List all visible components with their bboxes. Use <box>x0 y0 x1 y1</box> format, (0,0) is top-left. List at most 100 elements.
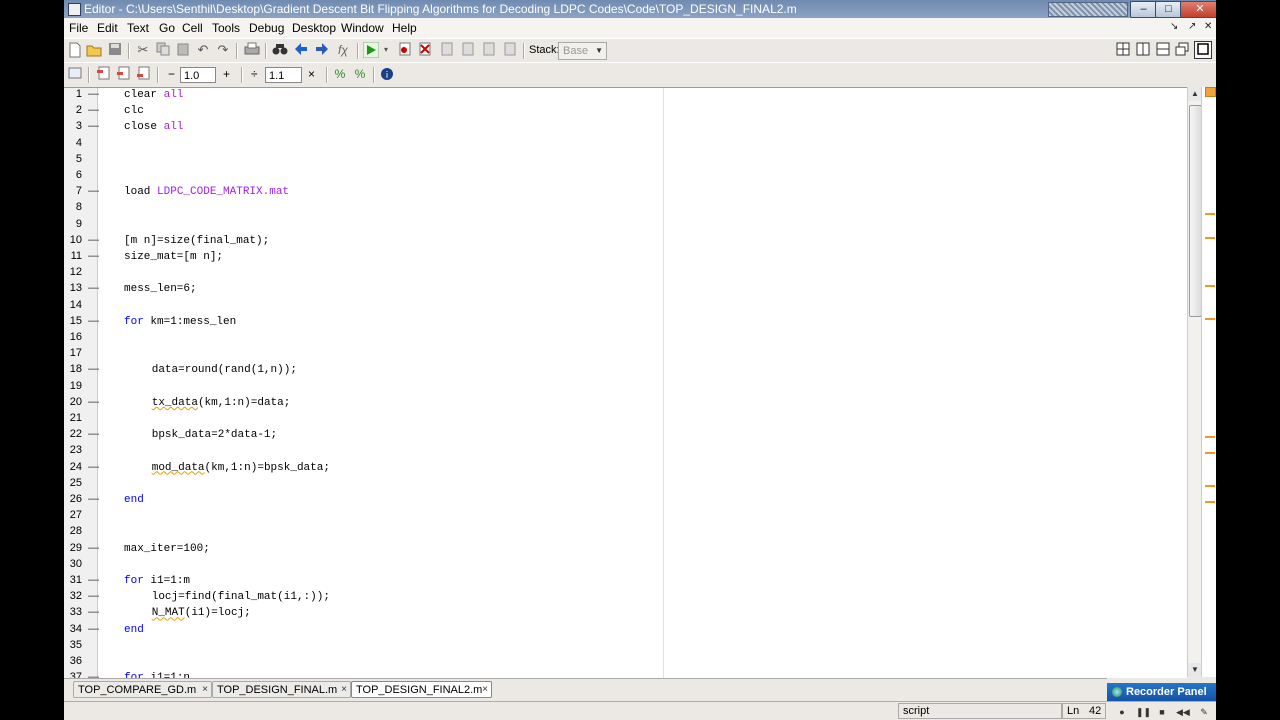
back-icon[interactable] <box>293 42 309 58</box>
eval-entire-file-icon[interactable] <box>135 66 151 82</box>
dock-icon[interactable]: ↗ <box>1188 21 1196 32</box>
code-line[interactable]: mod_data(km,1:n)=bpsk_data; <box>152 462 330 474</box>
left-right-split-icon[interactable] <box>1135 42 1151 58</box>
scroll-down-icon[interactable]: ▼ <box>1188 663 1202 677</box>
step-in-icon[interactable] <box>460 42 476 58</box>
redo-icon[interactable]: ↷ <box>215 42 231 58</box>
maximize-doc-icon[interactable] <box>1194 41 1212 59</box>
breakpoint-dash[interactable]: — <box>88 363 99 375</box>
warning-mark[interactable] <box>1205 501 1215 503</box>
warning-mark[interactable] <box>1205 436 1215 438</box>
function-icon[interactable]: fχ <box>335 42 351 58</box>
increment-value-field[interactable]: 1.0 <box>180 67 216 83</box>
new-file-icon[interactable] <box>67 42 83 58</box>
breakpoint-dash[interactable]: — <box>88 590 99 602</box>
menu-text[interactable]: Text <box>127 21 149 35</box>
breakpoint-dash[interactable]: — <box>88 574 99 586</box>
code-line[interactable]: tx_data(km,1:n)=data; <box>152 397 291 409</box>
breakpoint-dash[interactable]: — <box>88 428 99 440</box>
eval-cell-advance-icon[interactable] <box>115 66 131 82</box>
comment-percent-icon[interactable]: % <box>332 66 348 82</box>
warning-indicator-icon[interactable] <box>1205 87 1216 97</box>
breakpoint-dash[interactable]: — <box>88 623 99 635</box>
breakpoint-dash[interactable]: — <box>88 461 99 473</box>
undock-icon[interactable]: ↘ <box>1170 21 1178 32</box>
breakpoint-dash[interactable]: — <box>88 542 99 554</box>
rewind-icon[interactable]: ◀◀ <box>1176 707 1190 717</box>
pen-icon[interactable]: ✎ <box>1198 707 1210 717</box>
tab-close-icon[interactable]: × <box>202 682 208 698</box>
code-line[interactable]: end <box>124 624 144 636</box>
scale-value-field[interactable]: 1.1 <box>265 67 302 83</box>
tab-top-design-final2[interactable]: TOP_DESIGN_FINAL2.m × <box>351 681 492 698</box>
code-line[interactable]: for i1=1:m <box>124 575 190 587</box>
menu-cell[interactable]: Cell <box>182 21 203 35</box>
increment-icon[interactable]: + <box>223 67 230 81</box>
minimize-button[interactable]: ‒ <box>1130 1 1157 18</box>
publish-icon[interactable]: i <box>379 66 395 82</box>
tile-layout-icon[interactable] <box>1115 42 1131 58</box>
float-icon[interactable] <box>1174 42 1190 58</box>
set-breakpoint-icon[interactable] <box>397 42 413 58</box>
code-line[interactable]: end <box>124 494 144 506</box>
warning-mark[interactable] <box>1205 452 1215 454</box>
menu-go[interactable]: Go <box>159 21 175 35</box>
code-line[interactable]: locj=find(final_mat(i1,:)); <box>152 591 330 603</box>
pause-icon[interactable]: ❚❚ <box>1136 707 1151 717</box>
close-doc-icon[interactable]: ✕ <box>1204 21 1212 32</box>
tab-top-design-final[interactable]: TOP_DESIGN_FINAL.m × <box>212 681 351 698</box>
code-line[interactable]: data=round(rand(1,n)); <box>152 364 297 376</box>
forward-icon[interactable] <box>314 42 330 58</box>
find-icon[interactable] <box>272 42 288 58</box>
warning-mark[interactable] <box>1205 318 1215 320</box>
top-bottom-split-icon[interactable] <box>1155 42 1171 58</box>
menu-debug[interactable]: Debug <box>249 21 284 35</box>
paste-icon[interactable] <box>175 42 191 58</box>
code-line[interactable]: clc <box>124 105 144 117</box>
menu-desktop[interactable]: Desktop <box>292 21 336 35</box>
tab-close-icon[interactable]: × <box>482 682 488 698</box>
code-line[interactable]: size_mat=[m n]; <box>124 251 223 263</box>
warning-mark[interactable] <box>1205 237 1215 239</box>
code-editor[interactable]: 1 — 2 — 3 — 4 5 6 7 — 8 9 10 — 11 — 12 13 — 14 15 — 16 17 18 — 19 20… <box>64 87 1187 684</box>
breakpoint-dash[interactable]: — <box>88 396 99 408</box>
menu-tools[interactable]: Tools <box>212 21 240 35</box>
menu-file[interactable]: File <box>69 21 88 35</box>
breakpoint-dash[interactable]: — <box>88 315 99 327</box>
warning-mark[interactable] <box>1205 485 1215 487</box>
open-folder-icon[interactable] <box>86 42 102 58</box>
warning-mark[interactable] <box>1205 285 1215 287</box>
stack-select[interactable]: Base ▼ <box>558 42 607 60</box>
code-line[interactable]: N_MAT(i1)=locj; <box>152 607 251 619</box>
save-icon[interactable] <box>107 42 123 58</box>
breakpoint-dash[interactable]: — <box>88 120 99 132</box>
breakpoint-dash[interactable]: — <box>88 185 99 197</box>
warning-mark[interactable] <box>1205 213 1215 215</box>
maximize-button[interactable]: □ <box>1155 1 1182 18</box>
menu-window[interactable]: Window <box>341 21 384 35</box>
breakpoint-dash[interactable]: — <box>88 282 99 294</box>
multiply-icon[interactable]: × <box>308 67 315 81</box>
code-line[interactable]: for km=1:mess_len <box>124 316 236 328</box>
breakpoint-dash[interactable]: — <box>88 606 99 618</box>
close-button[interactable]: ✕ <box>1180 1 1216 18</box>
breakpoint-dash[interactable]: — <box>88 250 99 262</box>
vertical-scrollbar[interactable]: ▲ ▼ <box>1187 87 1202 677</box>
record-icon[interactable]: ● <box>1116 707 1128 717</box>
menu-help[interactable]: Help <box>392 21 417 35</box>
code-line[interactable]: load LDPC_CODE_MATRIX.mat <box>124 186 289 198</box>
run-icon[interactable] <box>362 41 380 59</box>
breakpoint-dash[interactable]: — <box>88 104 99 116</box>
code-line[interactable]: clear all <box>124 89 183 101</box>
step-out-icon[interactable] <box>481 42 497 58</box>
run-dropdown-icon[interactable]: ▾ <box>382 42 390 58</box>
code-line[interactable]: max_iter=100; <box>124 543 210 555</box>
cut-icon[interactable]: ✂ <box>135 42 151 58</box>
exit-debug-icon[interactable] <box>502 42 518 58</box>
code-line[interactable]: mess_len=6; <box>124 283 197 295</box>
breakpoint-dash[interactable]: — <box>88 234 99 246</box>
stop-icon[interactable]: ■ <box>1156 707 1168 717</box>
breakpoint-dash[interactable]: — <box>88 88 99 100</box>
divide-icon[interactable]: ÷ <box>251 67 258 81</box>
copy-icon[interactable] <box>155 42 171 58</box>
